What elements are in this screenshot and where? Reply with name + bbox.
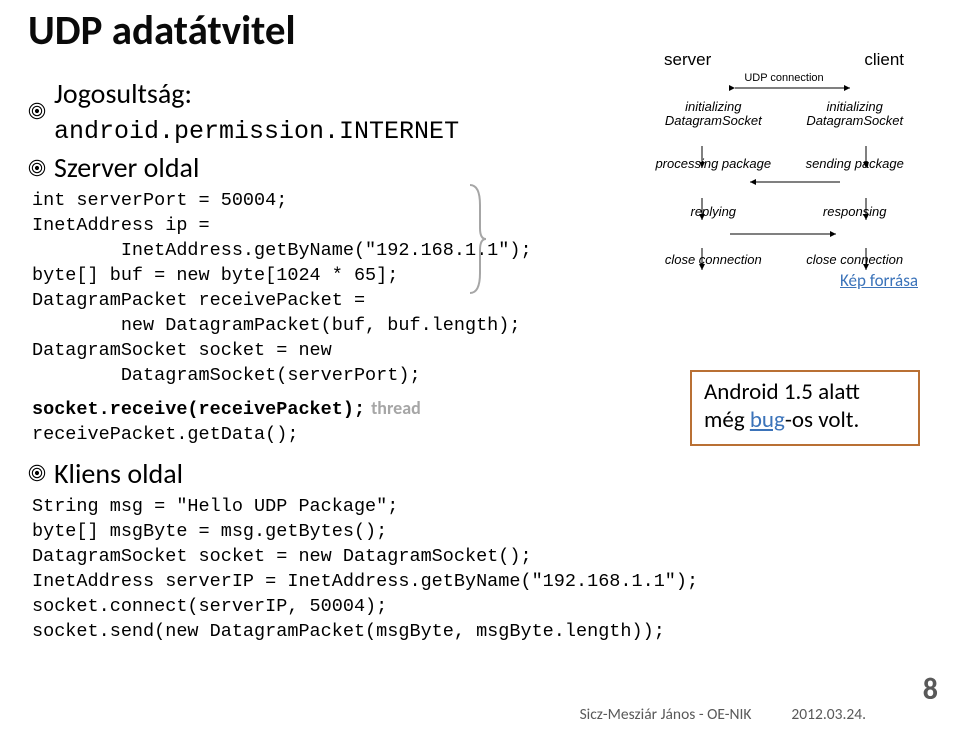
- bullet-text: Szerver oldal: [54, 150, 199, 185]
- android-line2: még bug-os volt.: [704, 406, 906, 434]
- diag-udp-label: UDP connection: [640, 72, 928, 84]
- bullet-permission: Jogosultság: android.permission.INTERNET: [28, 76, 588, 146]
- code-server: int serverPort = 50004; InetAddress ip =…: [32, 189, 588, 389]
- diag-init-right: initializing DatagramSocket: [789, 100, 920, 129]
- page-number: 8: [923, 671, 938, 708]
- sequence-diagram: server client UDP connection i: [640, 50, 928, 390]
- diag-server-label: server: [664, 50, 711, 70]
- bug-link[interactable]: bug: [750, 406, 785, 434]
- thread-bracket-icon: [468, 183, 488, 295]
- diag-reply: replying: [648, 205, 779, 219]
- bullet-client: Kliens oldal: [28, 456, 588, 491]
- bullet-icon: [28, 102, 46, 120]
- bullet-icon: [28, 464, 46, 482]
- footer: Sicz-Mesziár János - OE-NIK 2012.03.24.: [0, 705, 960, 724]
- bullet-prefix: Jogosultság:: [54, 76, 192, 111]
- slide-title: UDP adatátvitel: [28, 6, 932, 56]
- diag-respons: responsing: [789, 205, 920, 219]
- diag-close-left: close connection: [648, 253, 779, 267]
- thread-label: thread: [371, 397, 421, 419]
- diag-proc: processing package: [648, 157, 779, 171]
- bullet-icon: [28, 159, 46, 177]
- bullet-server: Szerver oldal: [28, 150, 588, 185]
- android-note-box: Android 1.5 alatt még bug-os volt.: [690, 370, 920, 446]
- diag-client-label: client: [864, 50, 904, 70]
- code-server-receive: socket.receive(receivePacket);: [32, 398, 365, 423]
- code-server-getdata: receivePacket.getData();: [32, 423, 588, 448]
- image-source-link[interactable]: Kép forrása: [840, 270, 918, 291]
- code-client: String msg = "Hello UDP Package"; byte[]…: [32, 495, 932, 645]
- bullet-text: Kliens oldal: [54, 456, 183, 491]
- diag-init-left: initializing DatagramSocket: [648, 100, 779, 129]
- permission-value: android.permission.INTERNET: [54, 117, 459, 146]
- footer-author: Sicz-Mesziár János - OE-NIK: [580, 705, 752, 724]
- diag-send: sending package: [789, 157, 920, 171]
- diag-close-right: close connection: [789, 253, 920, 267]
- android-line1: Android 1.5 alatt: [704, 378, 906, 406]
- bullet-text: Jogosultság: android.permission.INTERNET: [54, 76, 588, 146]
- footer-date: 2012.03.24.: [791, 705, 866, 724]
